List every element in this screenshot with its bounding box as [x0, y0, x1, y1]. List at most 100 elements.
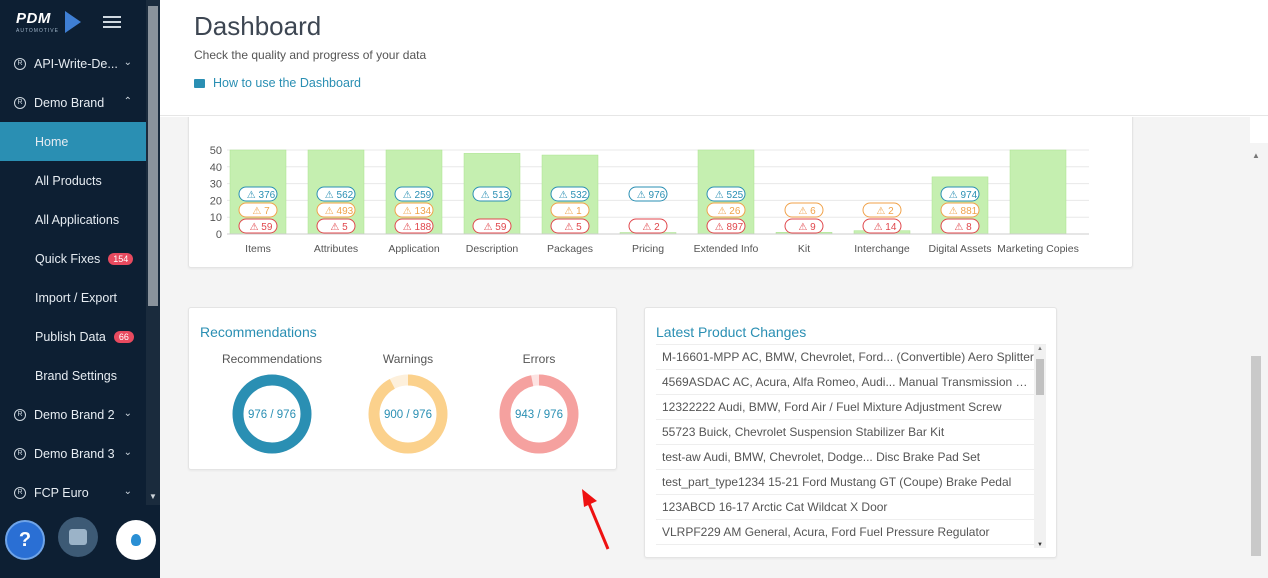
donut-warnings[interactable]: Warnings 900 / 976 [353, 352, 463, 456]
sidebar-item-label: Quick Fixes [35, 251, 101, 266]
scroll-down-icon[interactable]: ▼ [149, 492, 157, 501]
scroll-up-icon[interactable]: ▲ [1252, 151, 1260, 160]
x-tick-label: Application [388, 243, 440, 255]
list-item[interactable]: 123ABCD 16-17 Arctic Cat Wildcat X Door [656, 495, 1034, 520]
registered-icon: R [14, 408, 26, 421]
warnings-badge-label: ⚠ 26 [718, 206, 741, 217]
scrollbar-thumb[interactable] [1251, 356, 1261, 556]
errors-badge-label: ⚠ 59 [250, 222, 273, 233]
recommendations-badge-label: ⚠ 259 [403, 190, 432, 201]
latest-changes-title: Latest Product Changes [656, 324, 807, 340]
sidebar-item-api-write[interactable]: R API-Write-De... ⌄ [0, 44, 146, 83]
logo-play-icon [64, 11, 81, 33]
recommendations-badge-label: ⚠ 974 [949, 190, 978, 201]
x-tick-label: Attributes [314, 243, 358, 255]
sidebar-item-import-export[interactable]: Import / Export [0, 278, 146, 317]
list-item[interactable]: 12322222 Audi, BMW, Ford Air / Fuel Mixt… [656, 395, 1034, 420]
x-tick-label: Marketing Copies [997, 243, 1079, 255]
scrollbar-thumb[interactable] [1036, 359, 1044, 395]
warnings-badge-label: ⚠ 2 [876, 206, 894, 217]
logo-brand: PDM [16, 10, 51, 27]
errors-badge-label: ⚠ 59 [484, 222, 507, 233]
donut-chart: 900 / 976 [368, 374, 448, 454]
list-item[interactable]: 55723 Buick, Chevrolet Suspension Stabil… [656, 420, 1034, 445]
scroll-up-icon[interactable]: ▲ [1037, 346, 1043, 352]
tips-button[interactable] [116, 520, 156, 560]
warnings-badge-label: ⚠ 1 [564, 206, 582, 217]
chat-button[interactable] [58, 517, 98, 557]
sidebar-item-label: API-Write-De... [34, 56, 118, 71]
y-tick-label: 40 [210, 162, 222, 174]
sidebar-item-fcp-euro[interactable]: R FCP Euro ⌄ [0, 473, 146, 505]
list-scrollbar[interactable]: ▲ ▼ [1034, 345, 1046, 548]
recommendations-badge-label: ⚠ 562 [325, 190, 354, 201]
list-item[interactable]: test-aw Audi, BMW, Chevrolet, Dodge... D… [656, 445, 1034, 470]
sidebar: PDM AUTOMOTIVE R API-Write-De... ⌄ R Dem… [0, 0, 160, 578]
warnings-badge-label: ⚠ 134 [403, 206, 432, 217]
sidebar-scrollbar[interactable]: ▼ [146, 0, 160, 505]
errors-badge-label: ⚠ 188 [403, 222, 432, 233]
donut-value: 976 / 976 [248, 409, 296, 421]
x-tick-label: Kit [798, 243, 810, 255]
menu-collapse-icon[interactable] [102, 13, 121, 31]
sidebar-bottom-bar: ? [0, 505, 160, 578]
list-item[interactable]: 4569ASDAC AC, Acura, Alfa Romeo, Audi...… [656, 370, 1034, 395]
chevron-up-icon: ⌃ [123, 96, 132, 107]
list-item[interactable]: VLRPF229 AM General, Acura, Ford Fuel Pr… [656, 520, 1034, 545]
scrollbar-thumb[interactable] [148, 6, 158, 306]
recommendations-card: Recommendations Recommendations 976 / 97… [188, 307, 617, 470]
sidebar-nav: PDM AUTOMOTIVE R API-Write-De... ⌄ R Dem… [0, 0, 146, 505]
x-tick-label: Interchange [854, 243, 910, 255]
sidebar-item-label: Demo Brand 2 [34, 407, 115, 422]
donut-chart: 976 / 976 [232, 374, 312, 454]
errors-badge-label: ⚠ 897 [715, 222, 744, 233]
warnings-badge-label: ⚠ 7 [252, 206, 270, 217]
donut-value: 943 / 976 [515, 409, 563, 421]
count-badge: 66 [113, 330, 134, 343]
book-icon [194, 78, 205, 88]
warnings-badge-label: ⚠ 493 [325, 206, 354, 217]
registered-icon: R [14, 57, 26, 70]
chevron-down-icon: ⌄ [123, 408, 132, 419]
quality-bar-chart: 0 10 20 30 40 50 Items ⚠ 376 ⚠ 7 ⚠ 59 Attributes ⚠ … [210, 145, 1089, 255]
donut-chart: 943 / 976 [499, 374, 579, 454]
changes-list[interactable]: M-16601-MPP AC, BMW, Chevrolet, Ford... … [656, 344, 1046, 548]
y-tick-label: 30 [210, 179, 222, 191]
chevron-down-icon: ⌄ [123, 57, 132, 68]
sidebar-item-demo-brand-2[interactable]: R Demo Brand 2 ⌄ [0, 395, 146, 434]
bar[interactable] [1009, 149, 1067, 235]
help-button[interactable]: ? [5, 520, 45, 560]
sidebar-item-label: Demo Brand 3 [34, 446, 115, 461]
errors-badge-label: ⚠ 8 [954, 222, 972, 233]
donut-label: Errors [522, 352, 556, 366]
sidebar-item-all-applications[interactable]: All Applications [0, 200, 146, 239]
list-item[interactable]: test_part_type1234 15-21 Ford Mustang GT… [656, 470, 1034, 495]
logo[interactable]: PDM AUTOMOTIVE [0, 0, 146, 44]
x-tick-label: Items [245, 243, 271, 255]
scroll-down-icon[interactable]: ▼ [1037, 542, 1043, 548]
sidebar-item-demo-brand-3[interactable]: R Demo Brand 3 ⌄ [0, 434, 146, 473]
sidebar-item-label: Brand Settings [35, 368, 117, 383]
sidebar-item-home[interactable]: Home [0, 122, 146, 161]
sidebar-item-all-products[interactable]: All Products [0, 161, 146, 200]
dashboard-content: 0 10 20 30 40 50 Items ⚠ 376 ⚠ 7 ⚠ 59 Attributes ⚠ … [160, 117, 1250, 578]
errors-badge-label: ⚠ 2 [642, 222, 660, 233]
y-tick-label: 20 [210, 195, 222, 207]
latest-changes-card: Latest Product Changes M-16601-MPP AC, B… [644, 307, 1057, 558]
chevron-down-icon: ⌄ [123, 486, 132, 497]
y-tick-label: 0 [216, 229, 222, 241]
sidebar-item-brand-settings[interactable]: Brand Settings [0, 356, 146, 395]
donut-errors[interactable]: Errors 943 / 976 [484, 352, 594, 456]
warnings-badge-label: ⚠ 881 [949, 206, 978, 217]
page-subtitle: Check the quality and progress of your d… [194, 48, 427, 62]
page-scrollbar[interactable]: ▲ [1248, 143, 1268, 578]
x-tick-label: Packages [547, 243, 593, 255]
donut-recommendations[interactable]: Recommendations 976 / 976 [217, 352, 327, 456]
howto-link[interactable]: How to use the Dashboard [194, 76, 361, 90]
recommendations-badge-label: ⚠ 532 [559, 190, 588, 201]
sidebar-item-publish-data[interactable]: Publish Data 66 [0, 317, 146, 356]
sidebar-item-demo-brand[interactable]: R Demo Brand ⌃ [0, 83, 146, 122]
recommendations-badge-label: ⚠ 976 [637, 190, 666, 201]
list-item[interactable]: M-16601-MPP AC, BMW, Chevrolet, Ford... … [656, 345, 1034, 370]
sidebar-item-quick-fixes[interactable]: Quick Fixes 154 [0, 239, 146, 278]
